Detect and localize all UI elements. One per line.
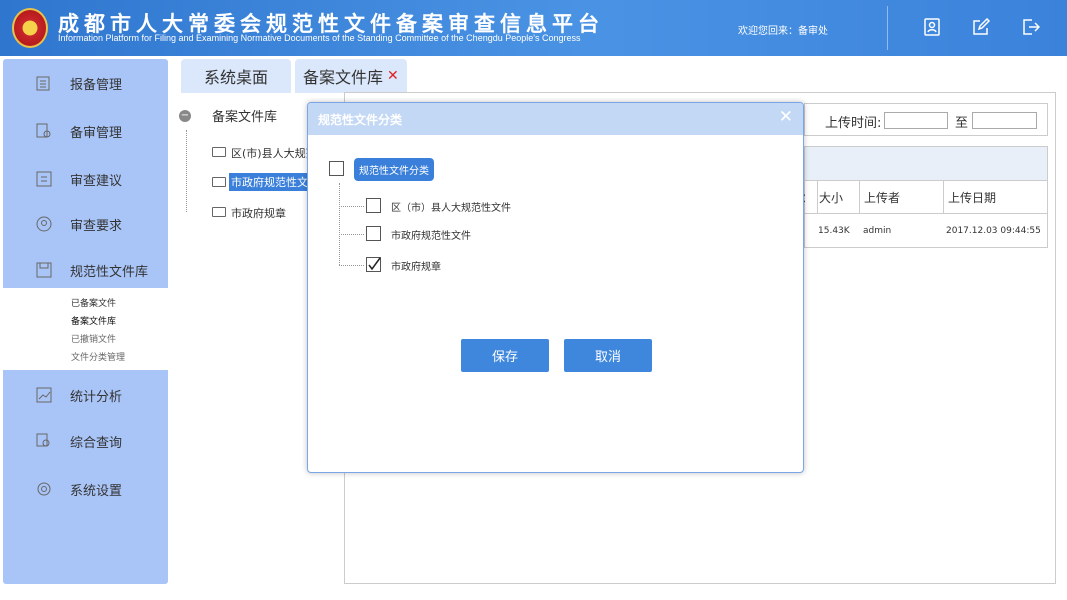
sidebar-item-review[interactable]: 备审管理: [3, 107, 168, 155]
sidebar-item-label: 报备管理: [70, 77, 123, 93]
gear-icon: [37, 482, 51, 496]
cancel-button[interactable]: 取消: [564, 339, 652, 372]
save-button[interactable]: 保存: [461, 339, 549, 372]
submenu-category[interactable]: 文件分类管理: [71, 350, 125, 363]
contact-icon[interactable]: [923, 18, 941, 36]
sidebar-item-label: 审查建议: [70, 173, 123, 189]
close-icon[interactable]: ✕: [779, 107, 793, 127]
folder-icon: [212, 147, 226, 157]
sidebar-item-report[interactable]: 报备管理: [3, 59, 168, 107]
edit-icon[interactable]: [972, 18, 990, 36]
tree-item[interactable]: 市政府规章: [231, 205, 286, 221]
sidebar-item-suggestion[interactable]: 审查建议: [3, 155, 168, 203]
table-group-header: [804, 146, 1048, 180]
upload-time-filter: 上传时间: 至: [804, 103, 1048, 136]
sidebar-item-label: 统计分析: [70, 389, 123, 405]
submenu-filed[interactable]: 已备案文件: [71, 296, 116, 309]
category-dialog: 规范性文件分类 ✕ 规范性文件分类 区（市）县人大规范性文件 市政府规范性文件 …: [307, 102, 804, 473]
folder-icon: [212, 207, 226, 217]
category-root-checkbox[interactable]: [329, 161, 344, 176]
category-label: 市政府规范性文件: [391, 231, 471, 242]
library-submenu: 已备案文件 备案文件库 已撤销文件 文件分类管理: [3, 288, 168, 370]
table-header: ： 大小 上传者 上传日期: [801, 180, 1048, 214]
chart-icon: [36, 387, 52, 403]
sidebar-item-label: 规范性文件库: [70, 264, 149, 280]
date-from-input[interactable]: [884, 112, 948, 129]
sidebar-item-label: 备审管理: [70, 125, 123, 141]
category-label: 市政府规章: [391, 262, 441, 273]
header-divider: [887, 6, 888, 50]
submenu-library[interactable]: 备案文件库: [71, 314, 116, 327]
header-size: 大小: [817, 181, 843, 213]
category-root-label[interactable]: 规范性文件分类: [354, 158, 434, 181]
welcome-text: 欢迎您回来：备审处: [738, 26, 828, 37]
cell-uploader: admin: [863, 225, 892, 236]
category-checkbox[interactable]: [366, 226, 381, 241]
logout-icon[interactable]: [1022, 18, 1040, 36]
app-subtitle: Information Platform for Filing and Exam…: [58, 33, 581, 43]
emblem-logo: [12, 8, 48, 48]
save-icon: [36, 262, 52, 278]
sidebar-item-settings[interactable]: 系统设置: [3, 465, 168, 513]
filter-label: 上传时间:: [825, 116, 882, 131]
clipboard-icon: [36, 76, 50, 91]
sidebar-item-label: 审查要求: [70, 218, 123, 234]
document-search-icon: [36, 123, 51, 138]
search-icon: [36, 433, 50, 447]
dialog-title: 规范性文件分类: [318, 113, 403, 127]
tab-library[interactable]: 备案文件库 ✕: [295, 59, 407, 93]
tree-root[interactable]: 备案文件库: [212, 106, 277, 125]
category-checkbox-checked[interactable]: [366, 257, 381, 272]
sidebar: 报备管理 备审管理 审查建议 审查要求 规范性文件库 已备案文件 备案文件库 已…: [3, 59, 168, 584]
category-checkbox[interactable]: [366, 198, 381, 213]
submenu-revoked[interactable]: 已撤销文件: [71, 332, 116, 345]
suggestion-icon: [36, 171, 52, 187]
tree-item[interactable]: 区(市)县人大规范: [231, 145, 317, 161]
tab-label: 备案文件库: [303, 68, 384, 87]
user-circle-icon: [36, 216, 52, 232]
sidebar-item-query[interactable]: 综合查询: [3, 417, 168, 465]
header-uploader: 上传者: [859, 181, 900, 213]
tab-desktop[interactable]: 系统桌面: [181, 59, 291, 93]
sidebar-item-statistics[interactable]: 统计分析: [3, 371, 168, 419]
date-to-input[interactable]: [972, 112, 1037, 129]
sidebar-item-label: 综合查询: [70, 435, 123, 451]
sidebar-item-library[interactable]: 规范性文件库: [3, 246, 168, 294]
folder-icon: [212, 177, 226, 187]
sidebar-item-label: 系统设置: [70, 483, 123, 499]
checkmark-icon: [368, 257, 381, 271]
table-row[interactable]: 15.43K admin 2017.12.03 09:44:55: [804, 214, 1048, 248]
header-upload-date: 上传日期: [943, 181, 996, 213]
cell-size: 15.43K: [818, 225, 850, 236]
dialog-header: 规范性文件分类 ✕: [308, 103, 803, 135]
header: 成都市人大常委会规范性文件备案审查信息平台 Information Platfo…: [0, 0, 1067, 56]
cell-date: 2017.12.03 09:44:55: [946, 225, 1041, 236]
filter-to: 至: [955, 116, 969, 131]
category-label: 区（市）县人大规范性文件: [391, 203, 511, 214]
sidebar-item-requirement[interactable]: 审查要求: [3, 200, 168, 248]
collapse-icon[interactable]: −: [179, 110, 191, 122]
close-icon[interactable]: ✕: [387, 68, 399, 84]
